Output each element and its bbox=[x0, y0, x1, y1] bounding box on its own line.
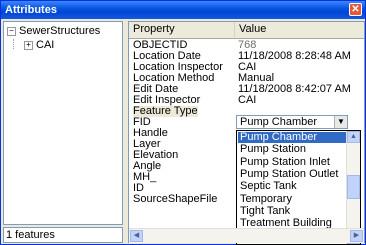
dropdown-option[interactable]: Pump Station Outlet bbox=[238, 168, 348, 180]
tree-item-sewerstructures[interactable]: − SewerStructures bbox=[7, 25, 100, 37]
horizontal-scrollbar[interactable]: ◀ ▶ bbox=[129, 228, 364, 243]
column-header-value[interactable]: Value bbox=[235, 22, 364, 37]
feature-type-selected: Pump Chamber bbox=[240, 116, 318, 128]
scroll-thumb[interactable] bbox=[347, 175, 360, 199]
scroll-left-icon[interactable]: ◀ bbox=[130, 230, 143, 242]
dropdown-option[interactable]: Pump Station Inlet bbox=[238, 156, 348, 168]
scroll-right-icon[interactable]: ▶ bbox=[350, 230, 363, 242]
attributes-window: Attributes ✕ − SewerStructures + CAI 1 fea… bbox=[0, 0, 366, 245]
close-icon[interactable]: ✕ bbox=[349, 3, 362, 16]
expand-icon[interactable]: + bbox=[24, 40, 33, 50]
feature-type-combobox[interactable]: Pump Chamber ▼ bbox=[236, 115, 348, 129]
dropdown-arrow-icon[interactable]: ▼ bbox=[334, 116, 347, 128]
tree-item-label: CAI bbox=[36, 39, 55, 51]
tree-item-label: SewerStructures bbox=[19, 25, 101, 37]
feature-count-status: 1 features bbox=[3, 227, 123, 243]
dropdown-option[interactable]: Septic Tank bbox=[238, 181, 348, 192]
tree-item-cai[interactable]: + CAI bbox=[24, 39, 54, 51]
dropdown-option[interactable]: Pump Station bbox=[238, 144, 348, 155]
window-title: Attributes bbox=[5, 4, 57, 16]
feature-tree[interactable]: − SewerStructures + CAI bbox=[3, 21, 123, 225]
dropdown-option[interactable]: Tight Tank bbox=[238, 205, 348, 217]
property-grid[interactable]: Property Value OBJECTID 768 Location Date 1… bbox=[128, 21, 365, 245]
grid-header: Property Value bbox=[129, 22, 364, 39]
scroll-up-icon[interactable]: ▲ bbox=[347, 131, 360, 143]
column-header-property[interactable]: Property bbox=[129, 22, 235, 37]
dropdown-option[interactable]: Pump Chamber bbox=[238, 132, 348, 143]
property-value[interactable]: CAI bbox=[238, 95, 256, 106]
tree-connector bbox=[13, 39, 14, 49]
dropdown-option[interactable]: Temporary bbox=[238, 193, 348, 205]
collapse-icon[interactable]: − bbox=[7, 26, 16, 36]
property-name: SourceShapeFile bbox=[133, 193, 218, 205]
title-bar[interactable]: Attributes ✕ bbox=[1, 1, 365, 19]
